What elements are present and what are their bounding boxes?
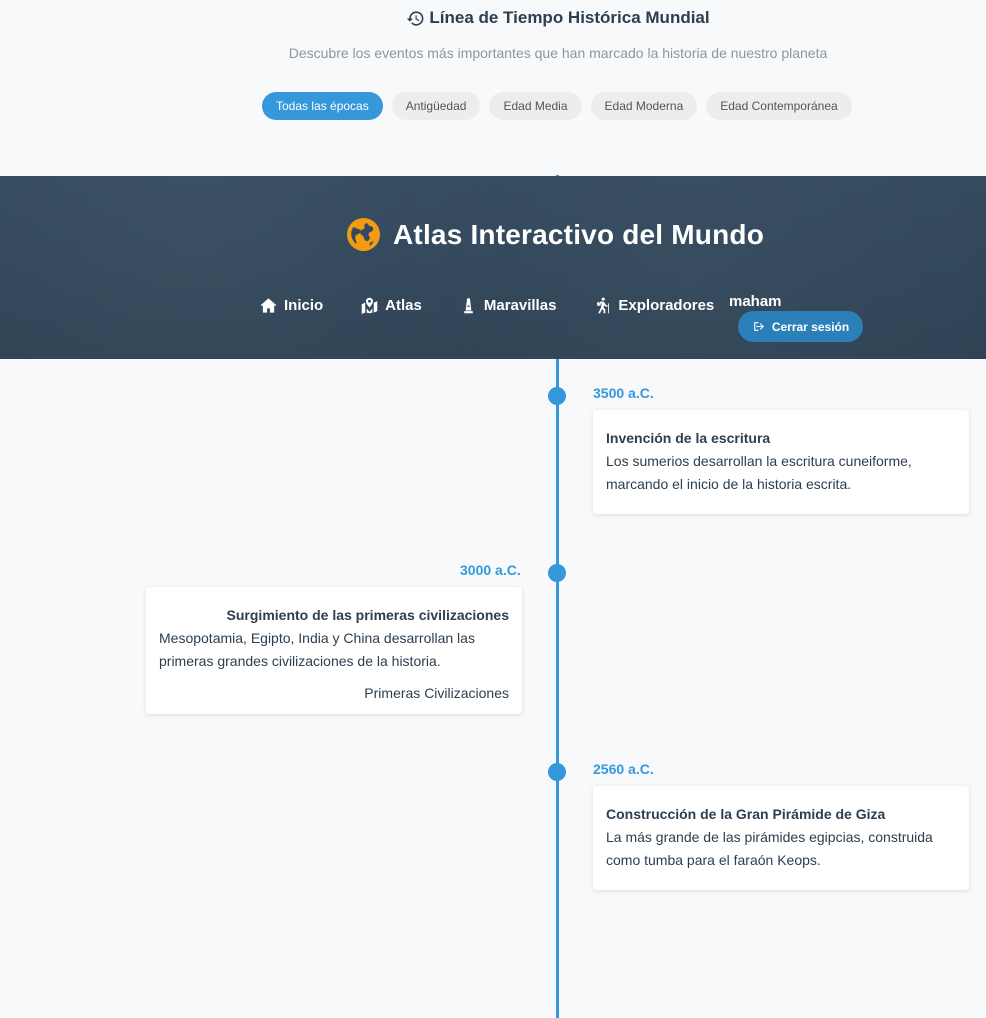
filter-antiquity[interactable]: Antigüedad [391,92,481,120]
nav-item-exploradores[interactable]: Exploradores [594,297,714,314]
event-date: 2560 a.C. [593,761,654,777]
filter-middle-ages[interactable]: Edad Media [489,92,582,120]
hiking-icon [597,297,610,314]
event-category: Primeras Civilizaciones [364,685,509,701]
filter-modern-age[interactable]: Edad Moderna [590,92,698,120]
nav-item-maravillas[interactable]: Maravillas [460,297,557,314]
nav-item-label: Maravillas [483,297,557,314]
sign-out-icon [753,322,764,331]
event-card[interactable]: Surgimiento de las primeras civilizacion… [146,587,522,714]
history-icon [407,10,424,26]
nav-menu: Inicio Atlas Maravillas Exploradores [260,297,752,314]
nav-item-label: Inicio [284,297,324,314]
timeline-dot [548,387,566,405]
map-icon [361,297,378,314]
logout-button[interactable]: Cerrar sesión [738,311,863,342]
user-block: maham Cerrar sesión [729,293,863,342]
page-title: Línea de Tiempo Histórica Mundial [0,8,986,28]
page-title-text: Línea de Tiempo Histórica Mundial [429,8,710,27]
brand-title: Atlas Interactivo del Mundo [393,218,764,250]
event-date: 3500 a.C. [593,385,654,401]
brand[interactable]: Atlas Interactivo del Mundo [347,218,764,251]
filter-contemporary-age[interactable]: Edad Contemporánea [706,92,852,120]
event-title: Surgimiento de las primeras civilizacion… [226,607,509,623]
event-description: Los sumerios desarrollan la escritura cu… [606,453,912,492]
nav-item-inicio[interactable]: Inicio [260,297,323,314]
event-card[interactable]: Construcción de la Gran Pirámide de Giza… [593,786,969,890]
event-description: Mesopotamia, Egipto, India y China desar… [159,630,475,669]
nav-item-label: Exploradores [618,297,715,314]
home-icon [260,298,277,313]
era-filters: Todas las épocas Antigüedad Edad Media E… [262,92,852,120]
timeline-header: Línea de Tiempo Histórica Mundial Descub… [0,0,986,176]
filter-all-eras[interactable]: Todas las épocas [262,92,383,120]
user-name: maham [729,293,782,310]
monument-icon [464,298,473,314]
event-date: 3000 a.C. [460,562,521,578]
nav-item-atlas[interactable]: Atlas [361,297,422,314]
globe-icon [347,218,380,251]
event-title: Invención de la escritura [606,430,771,446]
main-navbar: Atlas Interactivo del Mundo Inicio Atlas… [0,176,986,359]
event-card[interactable]: Invención de la escritura Los sumerios d… [593,410,969,514]
timeline-dot [548,564,566,582]
logout-label: Cerrar sesión [771,319,850,334]
timeline-dot [548,763,566,781]
nav-item-label: Atlas [385,297,422,314]
event-title: Construcción de la Gran Pirámide de Giza [606,806,886,822]
page-subtitle: Descubre los eventos más importantes que… [288,45,828,61]
event-description: La más grande de las pirámides egipcias,… [606,829,933,868]
